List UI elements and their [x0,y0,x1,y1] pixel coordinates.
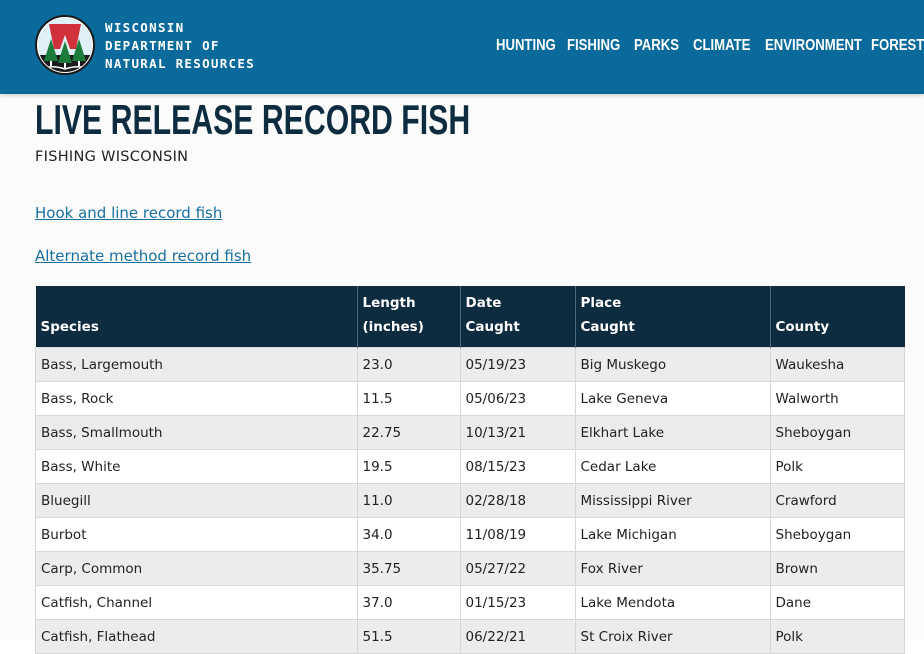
header-text: Date [465,295,502,311]
column-header-place: Place Caught [575,286,771,348]
cell-species: Bass, White [35,449,358,484]
column-header-species: Species [35,286,358,348]
cell-length: 19.5 [356,449,461,484]
record-fish-table: Species Length (inches) Date Caught Place C… [35,286,905,654]
cell-length: 34.0 [356,517,461,552]
cell-species: Bass, Rock [35,381,358,416]
column-header-county: County [770,286,905,348]
header-text: Caught [580,319,635,335]
cell-place: Lake Geneva [574,381,771,416]
cell-date: 05/06/23 [459,381,576,416]
header-text: Length [362,295,416,311]
cell-length: 51.5 [356,619,461,654]
cell-place: Lake Mendota [574,585,771,620]
cell-length: 22.75 [356,415,461,450]
cell-species: Catfish, Channel [35,585,358,620]
cell-place: Elkhart Lake [574,415,771,450]
table-row: Burbot 34.0 11/08/19 Lake Michigan Shebo… [35,517,905,552]
nav-item-forestry[interactable]: FORESTRY [871,36,924,56]
cell-county: Polk [769,619,905,654]
main-content: LIVE RELEASE RECORD FISH FISHING WISCONS… [0,94,924,654]
cell-date: 01/15/23 [459,585,576,620]
main-nav: HUNTING FISHING PARKS CLIMATE ENVIRONMEN… [496,35,924,56]
cell-place: Fox River [574,551,771,586]
cell-county: Crawford [769,483,905,518]
dnr-logo[interactable] [35,15,95,75]
cell-place: Mississippi River [574,483,771,518]
nav-item-hunting[interactable]: HUNTING [496,36,556,56]
cell-place: Lake Michigan [574,517,771,552]
cell-species: Carp, Common [35,551,358,586]
cell-length: 35.75 [356,551,461,586]
cell-county: Dane [769,585,905,620]
header-text: Caught [465,319,520,335]
table-row: Bass, Rock 11.5 05/06/23 Lake Geneva Wal… [35,381,905,416]
nav-item-fishing[interactable]: FISHING [567,36,620,56]
cell-date: 11/08/19 [459,517,576,552]
table-row: Bass, Smallmouth 22.75 10/13/21 Elkhart … [35,415,905,450]
cell-length: 23.0 [356,347,461,382]
table-row: Catfish, Channel 37.0 01/15/23 Lake Mend… [35,585,905,620]
column-header-length: Length (inches) [357,286,461,348]
header-text: County [775,319,830,335]
nav-item-environment[interactable]: ENVIRONMENT [765,36,862,56]
table-row: Carp, Common 35.75 05/27/22 Fox River Br… [35,551,905,586]
cell-county: Polk [769,449,905,484]
header-text: Species [40,319,99,335]
cell-species: Burbot [35,517,358,552]
table-row: Bass, White 19.5 08/15/23 Cedar Lake Pol… [35,449,905,484]
cell-length: 11.5 [356,381,461,416]
table-header-row: Species Length (inches) Date Caught Place C… [35,286,905,348]
cell-place: Big Muskego [574,347,771,382]
cell-date: 08/15/23 [459,449,576,484]
cell-date: 05/19/23 [459,347,576,382]
cell-length: 11.0 [356,483,461,518]
cell-length: 37.0 [356,585,461,620]
page-title: LIVE RELEASE RECORD FISH [35,96,471,143]
brand-line: DEPARTMENT OF [105,38,220,53]
cell-species: Bluegill [35,483,358,518]
cell-species: Bass, Largemouth [35,347,358,382]
brand-line: NATURAL RESOURCES [105,56,256,71]
table-row: Bass, Largemouth 23.0 05/19/23 Big Muske… [35,347,905,382]
cell-date: 05/27/22 [459,551,576,586]
dnr-logo-icon [35,15,95,75]
cell-county: Brown [769,551,905,586]
page-subtitle: FISHING WISCONSIN [35,149,189,165]
nav-item-parks[interactable]: PARKS [634,36,679,56]
table-row: Catfish, Flathead 51.5 06/22/21 St Croix… [35,619,905,654]
site-header: WISCONSIN DEPARTMENT OF NATURAL RESOURCE… [0,0,924,94]
header-text: (inches) [362,319,424,335]
cell-species: Bass, Smallmouth [35,415,358,450]
cell-place: St Croix River [574,619,771,654]
cell-county: Walworth [769,381,905,416]
cell-date: 10/13/21 [459,415,576,450]
cell-date: 06/22/21 [459,619,576,654]
cell-date: 02/28/18 [459,483,576,518]
brand-name[interactable]: WISCONSIN DEPARTMENT OF NATURAL RESOURCE… [105,19,255,73]
cell-place: Cedar Lake [574,449,771,484]
header-text: Place [580,295,622,311]
alternate-method-link[interactable]: Alternate method record fish [35,246,251,266]
nav-item-climate[interactable]: CLIMATE [693,36,750,56]
table-row: Bluegill 11.0 02/28/18 Mississippi River… [35,483,905,518]
hook-and-line-link[interactable]: Hook and line record fish [35,203,222,223]
column-header-date: Date Caught [460,286,576,348]
cell-species: Catfish, Flathead [35,619,358,654]
cell-county: Sheboygan [769,415,905,450]
brand-line: WISCONSIN [105,20,185,35]
cell-county: Waukesha [769,347,905,382]
cell-county: Sheboygan [769,517,905,552]
